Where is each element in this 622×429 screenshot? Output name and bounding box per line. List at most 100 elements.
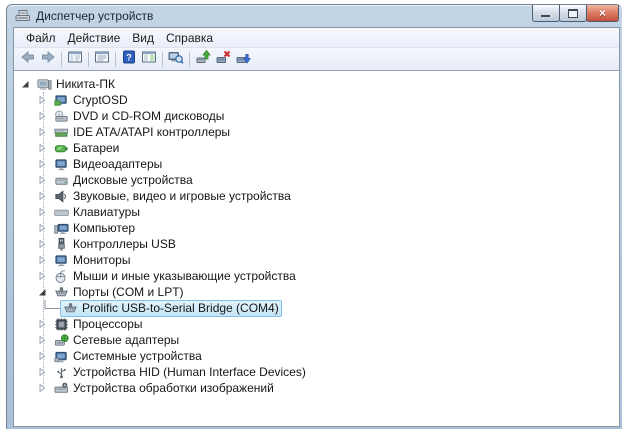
tree-item-video-adapters[interactable]: Видеоадаптеры [20,156,619,172]
tree-item-content[interactable]: Сетевые адаптеры [51,332,182,349]
disable-device-button[interactable] [233,50,253,69]
expand-arrow-icon[interactable] [37,94,51,106]
show-console-tree-button[interactable] [65,50,85,69]
expand-arrow-icon[interactable] [37,238,51,250]
tree-item-dvd-cdrom[interactable]: DVD и CD-ROM дисководы [20,108,619,124]
tree-item-content[interactable]: IDE ATA/ATAPI контроллеры [51,124,233,141]
menu-item-view[interactable]: Вид [126,30,160,46]
expand-arrow-icon[interactable] [37,110,51,122]
menu-bar: Файл Действие Вид Справка [14,28,619,48]
title-bar[interactable]: Диспетчер устройств [7,5,622,27]
tree-item-content[interactable]: Системные устройства [51,348,205,365]
disk-device-icon [54,173,69,188]
tree-item-prolific-com4[interactable]: Prolific USB-to-Serial Bridge (COM4) [20,299,619,317]
tree-item-system-devices[interactable]: Системные устройства [20,348,619,364]
toolbar-separator [162,51,163,67]
forward-button[interactable] [38,50,58,69]
menu-item-file[interactable]: Файл [20,30,62,46]
update-driver-icon [195,49,211,70]
tree-item-label: Контроллеры USB [73,237,176,251]
keyboard-device-icon [54,205,69,220]
expand-arrow-icon[interactable] [37,222,51,234]
tree-item-content[interactable]: Видеоадаптеры [51,156,165,173]
tree-item-content[interactable]: Процессоры [51,316,146,333]
tree-item-content[interactable]: Контроллеры USB [51,236,179,253]
collapse-arrow-icon[interactable] [20,78,34,90]
tree-item-label: Порты (COM и LPT) [73,285,184,299]
tree-item-hid-devices[interactable]: Устройства HID (Human Interface Devices) [20,364,619,380]
maximize-button[interactable] [559,5,587,22]
collapse-arrow-icon[interactable] [37,286,51,298]
tree-item-keyboards[interactable]: Клавиатуры [20,204,619,220]
tree-item-mice[interactable]: Мыши и иные указывающие устройства [20,268,619,284]
expand-arrow-icon[interactable] [37,366,51,378]
tree-item-content[interactable]: Устройства HID (Human Interface Devices) [51,364,309,381]
expand-arrow-icon[interactable] [37,350,51,362]
properties-button[interactable] [92,50,112,69]
tree-item-content[interactable]: Компьютер [51,220,138,237]
usb-device-icon [54,237,69,252]
expand-arrow-icon[interactable] [37,142,51,154]
minimize-button[interactable] [532,5,560,22]
tree-item-imaging-devices[interactable]: Устройства обработки изображений [20,380,619,396]
close-button[interactable]: × [586,5,619,22]
tree-item-content[interactable]: Порты (COM и LPT) [51,284,187,301]
toolbar: ? [14,48,619,71]
back-button[interactable] [18,50,38,69]
menu-item-help[interactable]: Справка [160,30,219,46]
expand-arrow-icon[interactable] [37,254,51,266]
expand-arrow-icon[interactable] [37,334,51,346]
expand-arrow-icon[interactable] [37,206,51,218]
tree-item-content[interactable]: Батареи [51,140,122,157]
tree-item-content[interactable]: Дисковые устройства [51,172,196,189]
tree-item-content[interactable]: Звуковые, видео и игровые устройства [51,188,294,205]
expand-arrow-icon[interactable] [37,190,51,202]
expand-arrow-icon[interactable] [37,318,51,330]
monitor-device-icon [54,157,69,172]
selected-device-row[interactable]: Prolific USB-to-Serial Bridge (COM4) [60,299,282,317]
menu-item-action[interactable]: Действие [62,30,127,46]
show-action-pane-button[interactable] [139,50,159,69]
expand-arrow-icon[interactable] [37,174,51,186]
serial-device-icon [63,301,78,316]
cpu-device-icon [54,317,69,332]
expand-arrow-icon[interactable] [37,270,51,282]
tree-item-content[interactable]: Устройства обработки изображений [51,380,277,397]
tree-item-ide-controllers[interactable]: IDE ATA/ATAPI контроллеры [20,124,619,140]
tree-item-computer[interactable]: Компьютер [20,220,619,236]
tree-item-content[interactable]: Мониторы [51,252,133,269]
forward-icon [40,49,56,70]
scan-hardware-changes-button[interactable] [166,50,186,69]
uninstall-device-button[interactable] [213,50,233,69]
tree-item-content[interactable]: Мыши и иные указывающие устройства [51,268,299,285]
update-driver-button[interactable] [193,49,213,70]
expand-arrow-icon[interactable] [37,126,51,138]
expand-arrow-icon[interactable] [37,382,51,394]
tree-item-label: Мониторы [73,253,131,267]
tree-item-cryptosd[interactable]: CryptOSD [20,92,619,108]
tree-item-nikita-pc[interactable]: Никита-ПК [20,76,619,92]
tree-item-ports[interactable]: Порты (COM и LPT) [20,284,619,300]
tree-item-content[interactable]: DVD и CD-ROM дисководы [51,108,227,125]
tree-item-disk-devices[interactable]: Дисковые устройства [20,172,619,188]
tree-item-monitors[interactable]: Мониторы [20,252,619,268]
tree-item-content[interactable]: Никита-ПК [34,76,118,93]
tree-item-usb-controllers[interactable]: Контроллеры USB [20,236,619,252]
tree-item-network-adapters[interactable]: Сетевые адаптеры [20,332,619,348]
tree-item-processors[interactable]: Процессоры [20,316,619,332]
network-device-icon [54,333,69,348]
tree-item-sound-devices[interactable]: Звуковые, видео и игровые устройства [20,188,619,204]
action-pane-icon [141,49,157,70]
help-button[interactable]: ? [119,50,139,69]
tree-item-label: Prolific USB-to-Serial Bridge (COM4) [82,301,279,315]
tree-item-batteries[interactable]: Батареи [20,140,619,156]
tree-item-content[interactable]: Клавиатуры [51,204,143,221]
tree-item-content[interactable]: CryptOSD [51,92,131,109]
tree-item-label: Звуковые, видео и игровые устройства [73,189,291,203]
expand-arrow-icon[interactable] [37,158,51,170]
